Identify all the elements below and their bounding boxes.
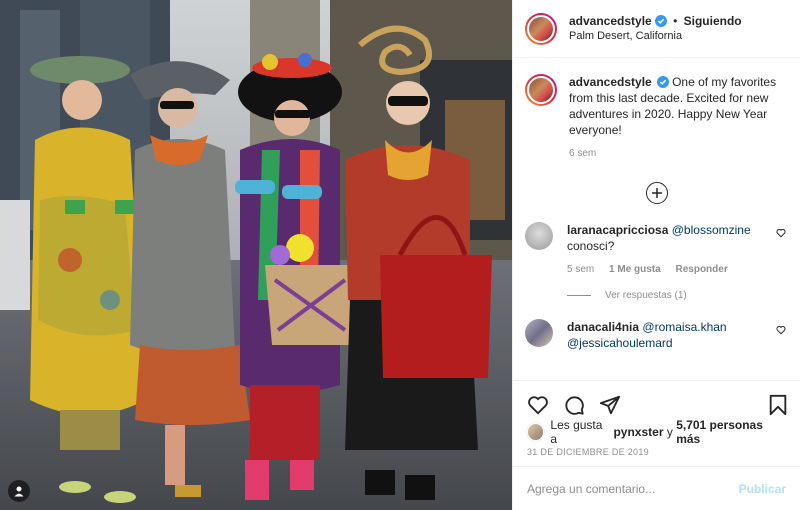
street-fashion-photo xyxy=(0,0,512,510)
separator-dot: • xyxy=(673,13,678,28)
caption-username[interactable]: advancedstyle xyxy=(569,75,652,89)
share-button[interactable] xyxy=(599,394,621,416)
likes-count[interactable]: 5,701 personas más xyxy=(676,418,786,446)
commenter-username[interactable]: danacali4nia xyxy=(567,320,639,334)
likes-middle: y xyxy=(666,425,673,439)
post-details-panel: advancedstyle • Siguiendo Palm Desert, C… xyxy=(512,0,800,510)
commenter-username[interactable]: laranacapricciosa xyxy=(567,223,668,237)
save-button[interactable] xyxy=(768,394,788,416)
following-button[interactable]: Siguiendo xyxy=(684,14,742,28)
author-username[interactable]: advancedstyle xyxy=(569,14,652,28)
share-icon xyxy=(599,395,621,415)
likes-user[interactable]: pynxster xyxy=(613,425,663,439)
likes-summary[interactable]: Les gusta a pynxster y 5,701 personas má… xyxy=(513,418,800,446)
comment-mention[interactable]: @romaisa.khan xyxy=(642,320,726,334)
comment-icon xyxy=(565,396,584,415)
user-tag-button[interactable] xyxy=(8,480,30,502)
comment-text: conosci? xyxy=(567,239,615,253)
comment-time[interactable]: 5 sem xyxy=(567,264,594,275)
comment-like-heart-icon[interactable] xyxy=(776,325,786,335)
commenter-avatar[interactable] xyxy=(525,222,553,250)
comment-button[interactable] xyxy=(563,394,585,416)
comment-like-heart-icon[interactable] xyxy=(776,228,786,238)
comments-list: advancedstyle One of my favorites from t… xyxy=(513,58,800,380)
comment-likes[interactable]: 1 Me gusta xyxy=(609,264,661,275)
post-actions-section: Les gusta a pynxster y 5,701 personas má… xyxy=(513,380,800,510)
post-caption: advancedstyle One of my favorites from t… xyxy=(513,58,800,162)
caption-time[interactable]: 6 sem xyxy=(569,148,596,159)
publish-button[interactable]: Publicar xyxy=(739,482,786,496)
comment-item: danacali4nia @romaisa.khan @jessicahoule… xyxy=(513,319,800,351)
comment-mention[interactable]: @jessicahoulemard xyxy=(567,336,673,350)
load-more-comments[interactable] xyxy=(513,182,800,204)
reply-button[interactable]: Responder xyxy=(675,264,727,275)
caption-avatar[interactable] xyxy=(525,74,557,106)
verified-badge-icon xyxy=(654,14,667,27)
user-tag-icon xyxy=(14,486,24,497)
post-header: advancedstyle • Siguiendo Palm Desert, C… xyxy=(513,0,800,58)
comment-mention[interactable]: @blossomzine xyxy=(672,223,751,237)
view-replies-button[interactable]: Ver respuestas (1) xyxy=(567,290,800,301)
heart-icon xyxy=(528,396,548,415)
comment-item: laranacapricciosa @blossomzine conosci? … xyxy=(513,222,800,278)
liker-avatar xyxy=(527,423,545,441)
add-comment-bar: Publicar xyxy=(513,466,800,510)
plus-circle-icon xyxy=(651,188,662,198)
comment-input[interactable] xyxy=(527,481,739,496)
post-photo[interactable] xyxy=(0,0,512,510)
bookmark-icon xyxy=(769,394,787,416)
verified-badge-icon xyxy=(656,76,669,88)
view-replies-label: Ver respuestas (1) xyxy=(605,290,687,301)
action-bar xyxy=(513,381,800,421)
like-button[interactable] xyxy=(527,394,549,416)
commenter-avatar[interactable] xyxy=(525,319,553,347)
author-avatar[interactable] xyxy=(525,12,557,45)
post-location[interactable]: Palm Desert, California xyxy=(569,29,742,44)
likes-prefix: Les gusta a xyxy=(550,418,603,446)
